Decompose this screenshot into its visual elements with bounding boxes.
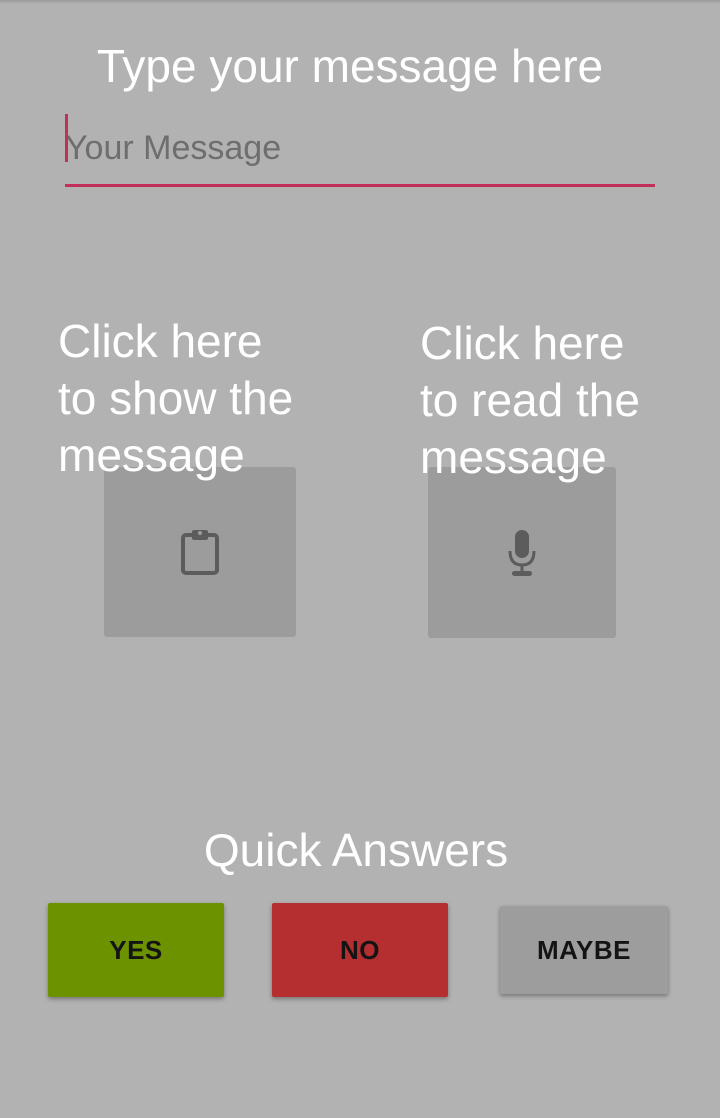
read-message-caption: Click here to read the message: [420, 317, 640, 483]
maybe-button[interactable]: MAYBE: [500, 906, 668, 994]
message-input[interactable]: [65, 112, 655, 187]
no-button[interactable]: NO: [272, 903, 448, 997]
read-message-button[interactable]: [428, 467, 616, 638]
yes-button[interactable]: YES: [48, 903, 224, 997]
clipboard-icon: [181, 530, 219, 575]
status-bar-shadow: [0, 0, 720, 4]
microphone-icon: [508, 529, 536, 576]
show-message-button[interactable]: [104, 467, 296, 637]
page-title: Type your message here: [96, 40, 604, 92]
show-message-caption: Click here to show the message: [58, 315, 294, 481]
text-cursor: [65, 114, 68, 162]
quick-answers-title: Quick Answers: [203, 824, 509, 876]
